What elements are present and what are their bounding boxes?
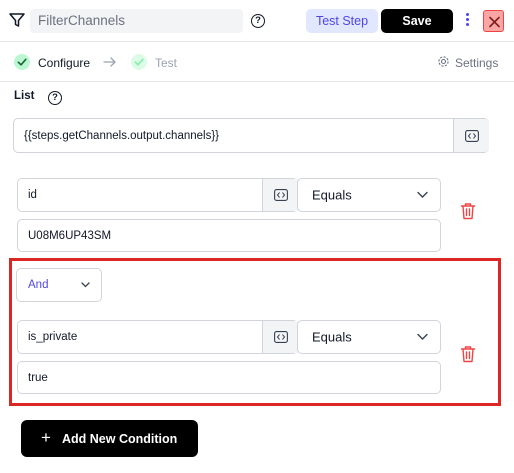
trash-icon[interactable] xyxy=(460,202,476,220)
add-new-condition-label: Add New Condition xyxy=(62,431,178,446)
list-input-value: {{steps.getChannels.output.channels}} xyxy=(24,129,220,142)
condition-value-text: true xyxy=(28,371,48,384)
list-label: List xyxy=(14,90,35,102)
arrow-right-icon xyxy=(103,57,116,67)
code-icon xyxy=(464,129,479,142)
test-step-button[interactable]: Test Step xyxy=(306,9,378,33)
connector-select[interactable]: And xyxy=(16,268,102,302)
operator-select[interactable]: Equals xyxy=(297,320,441,354)
condition-value-input[interactable]: U08M6UP43SM xyxy=(17,219,441,252)
filter-icon xyxy=(9,13,25,27)
close-icon xyxy=(489,16,500,28)
operator-select-value: Equals xyxy=(312,329,352,345)
tab-test-label: Test xyxy=(155,56,178,70)
condition-value-input[interactable]: true xyxy=(17,361,441,394)
check-circle-icon xyxy=(14,54,30,70)
tab-configure-label: Configure xyxy=(38,56,91,70)
step-tabs: Configure Test Settings xyxy=(0,42,514,82)
condition-value-text: U08M6UP43SM xyxy=(28,229,112,242)
list-input[interactable]: {{steps.getChannels.output.channels}} xyxy=(13,118,489,153)
connector-select-value: And xyxy=(28,279,49,291)
code-toggle-button[interactable] xyxy=(262,179,298,211)
add-new-condition-button[interactable]: + Add New Condition xyxy=(21,420,198,457)
help-icon[interactable]: ? xyxy=(48,91,62,105)
close-button[interactable] xyxy=(483,10,504,32)
chevron-down-icon xyxy=(417,333,428,340)
code-toggle-button[interactable] xyxy=(453,119,489,152)
check-circle-icon xyxy=(131,54,147,70)
operator-select-value: Equals xyxy=(312,187,352,203)
code-icon xyxy=(273,331,288,343)
plus-icon: + xyxy=(41,428,51,447)
save-button[interactable]: Save xyxy=(381,9,453,33)
code-toggle-button[interactable] xyxy=(262,321,298,353)
code-icon xyxy=(273,189,288,201)
condition-field-value: is_private xyxy=(28,331,78,343)
settings-label: Settings xyxy=(455,56,499,70)
help-icon[interactable]: ? xyxy=(251,14,265,28)
trash-icon[interactable] xyxy=(460,345,476,363)
chevron-down-icon xyxy=(417,191,428,198)
condition-field-input[interactable]: is_private xyxy=(17,320,298,354)
condition-field-input[interactable]: id xyxy=(17,178,298,212)
chevron-down-icon xyxy=(81,282,90,288)
operator-select[interactable]: Equals xyxy=(297,178,441,212)
header-bar: FilterChannels ? Test Step Save xyxy=(0,0,514,42)
condition-field-value: id xyxy=(28,189,37,201)
more-vertical-icon[interactable] xyxy=(461,11,473,31)
gear-icon xyxy=(438,56,449,67)
step-name-input[interactable]: FilterChannels xyxy=(30,9,243,33)
